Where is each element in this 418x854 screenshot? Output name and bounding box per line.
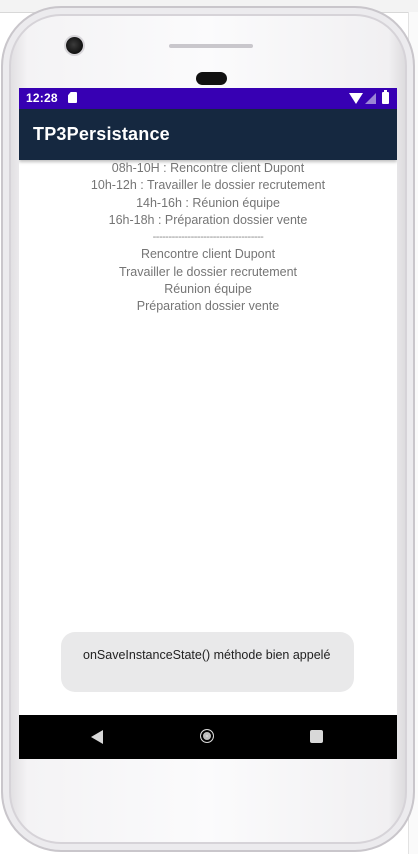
schedule-line: 10h-12h : Travailler le dossier recrutem… <box>90 178 326 193</box>
home-icon[interactable] <box>200 729 214 743</box>
signal-icon <box>365 93 376 104</box>
toast-text: onSaveInstanceState() méthode bien appel… <box>83 648 331 662</box>
phone-chin <box>19 759 397 829</box>
speaker-grille <box>169 44 253 48</box>
device-screen: 12:28 TP3Persistance 08h-10H : Rencontre… <box>19 88 397 759</box>
earpiece-icon <box>196 72 227 85</box>
recents-icon[interactable] <box>310 730 323 743</box>
battery-icon <box>382 90 389 104</box>
app-bar: TP3Persistance <box>19 109 397 160</box>
task-line: Rencontre client Dupont <box>140 247 276 262</box>
status-time: 12:28 <box>26 91 58 105</box>
task-line: Préparation dossier vente <box>136 299 280 314</box>
schedule-line: 08h-10H : Rencontre client Dupont <box>111 161 305 175</box>
task-line: Travailler le dossier recrutement <box>118 264 298 279</box>
wifi-icon <box>349 93 363 104</box>
schedule-line: 16h-18h : Préparation dossier vente <box>108 212 308 227</box>
status-bar: 12:28 <box>19 88 397 109</box>
schedule-content: 08h-10H : Rencontre client Dupont 10h-12… <box>19 160 397 316</box>
schedule-line: 14h-16h : Réunion équipe <box>136 195 280 210</box>
app-title: TP3Persistance <box>33 124 170 144</box>
navigation-bar <box>19 715 397 759</box>
task-line: Réunion équipe <box>164 282 252 297</box>
sd-card-icon <box>68 92 77 103</box>
separator-line: ----------------------------------- <box>152 231 264 244</box>
front-camera-icon <box>66 37 83 54</box>
toast-message: onSaveInstanceState() méthode bien appel… <box>61 632 354 692</box>
back-icon[interactable] <box>91 730 103 744</box>
